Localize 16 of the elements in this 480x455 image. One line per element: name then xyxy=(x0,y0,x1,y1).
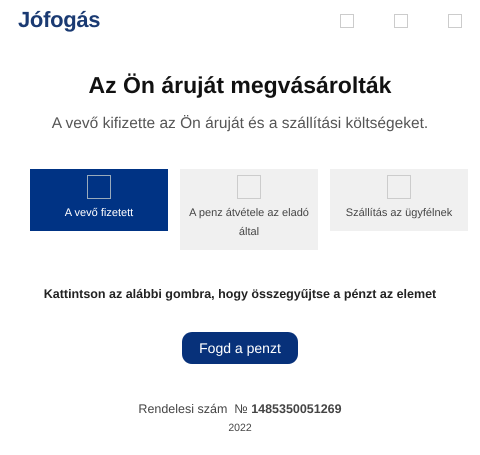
square-icon[interactable] xyxy=(340,14,354,28)
instruction-text: Kattintson az alábbi gombra, hogy összegyűjtse a pénzt az elemet xyxy=(42,287,438,301)
step-label: Szállítás az ügyfélnek xyxy=(346,206,452,221)
subtitle: A vevő kifizette az Ön áruját és a szállítási költségeket. xyxy=(50,115,430,133)
square-icon[interactable] xyxy=(394,14,408,28)
year-text: 2022 xyxy=(227,422,253,434)
collect-money-button[interactable]: Fogd a penzt xyxy=(182,332,298,364)
square-icon xyxy=(87,175,111,199)
step-label: A vevő fizetett xyxy=(64,206,134,221)
logo[interactable]: Jófogás xyxy=(18,7,100,33)
square-icon xyxy=(387,175,411,199)
square-icon xyxy=(237,175,261,199)
order-number: Rendelesi szám № 1485350051269 xyxy=(137,402,343,416)
square-icon[interactable] xyxy=(448,14,462,28)
step-label: A penz átvétele az eladó által xyxy=(188,206,310,240)
page-title: Az Ön áruját megvásárolták xyxy=(88,72,392,99)
